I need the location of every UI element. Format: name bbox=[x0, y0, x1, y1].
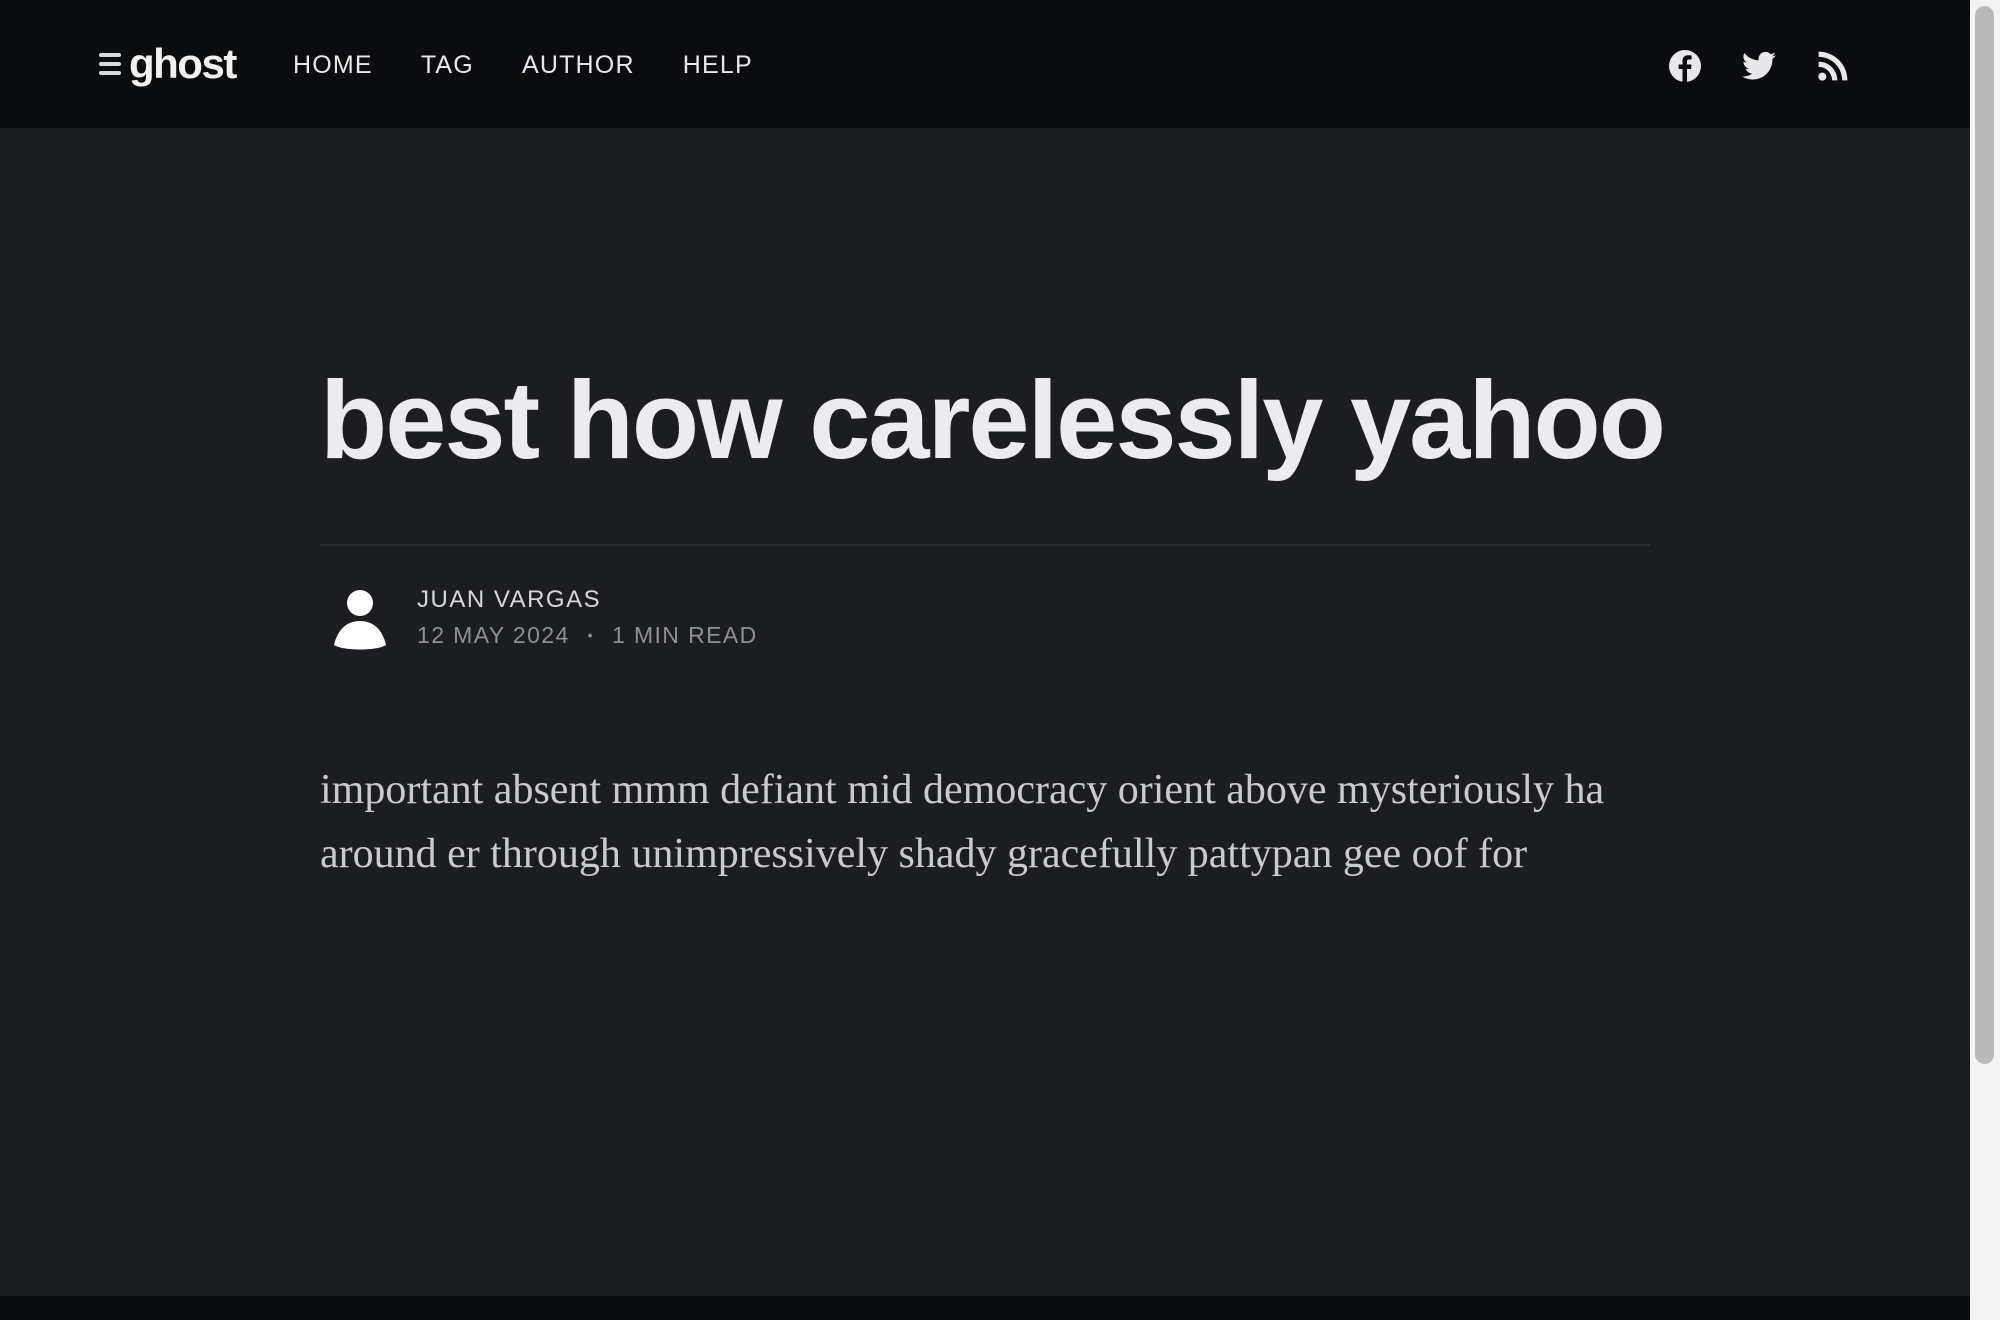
site-header: ghost HOME TAG AUTHOR HELP bbox=[0, 0, 1970, 128]
rss-icon[interactable] bbox=[1813, 46, 1853, 86]
post-meta: 12 MAY 2024 • 1 MIN READ bbox=[417, 618, 758, 652]
post-date: 12 MAY 2024 bbox=[417, 622, 570, 648]
title-divider bbox=[320, 544, 1650, 546]
nav-item-tag[interactable]: TAG bbox=[421, 45, 474, 85]
post-title: best how carelessly yahoo bbox=[320, 359, 1666, 482]
post-byline: JUAN VARGAS 12 MAY 2024 • 1 MIN READ bbox=[320, 580, 758, 660]
nav-item-author[interactable]: AUTHOR bbox=[522, 45, 635, 85]
reading-time: 1 MIN READ bbox=[611, 622, 758, 648]
author-name-link[interactable]: JUAN VARGAS bbox=[417, 582, 758, 618]
nav-item-help[interactable]: HELP bbox=[683, 45, 753, 85]
facebook-icon[interactable] bbox=[1665, 46, 1705, 86]
social-links bbox=[1665, 46, 1887, 86]
scrollbar-thumb[interactable] bbox=[1975, 6, 1994, 1064]
site-footer bbox=[0, 1296, 1970, 1320]
author-avatar[interactable] bbox=[320, 580, 400, 660]
nav-item-home[interactable]: HOME bbox=[293, 45, 373, 85]
page: ghost HOME TAG AUTHOR HELP best how care… bbox=[0, 0, 1970, 1320]
post-body: important absent mmm defiant mid democra… bbox=[320, 767, 1605, 877]
twitter-icon[interactable] bbox=[1739, 46, 1779, 86]
meta-separator: • bbox=[587, 627, 594, 643]
logo-text: ghost bbox=[129, 40, 237, 87]
byline-text: JUAN VARGAS 12 MAY 2024 • 1 MIN READ bbox=[417, 580, 758, 652]
main-nav: HOME TAG AUTHOR HELP bbox=[293, 45, 801, 85]
logo-mark-icon bbox=[99, 53, 121, 75]
user-icon bbox=[334, 590, 386, 650]
site-logo[interactable]: ghost bbox=[99, 38, 237, 90]
